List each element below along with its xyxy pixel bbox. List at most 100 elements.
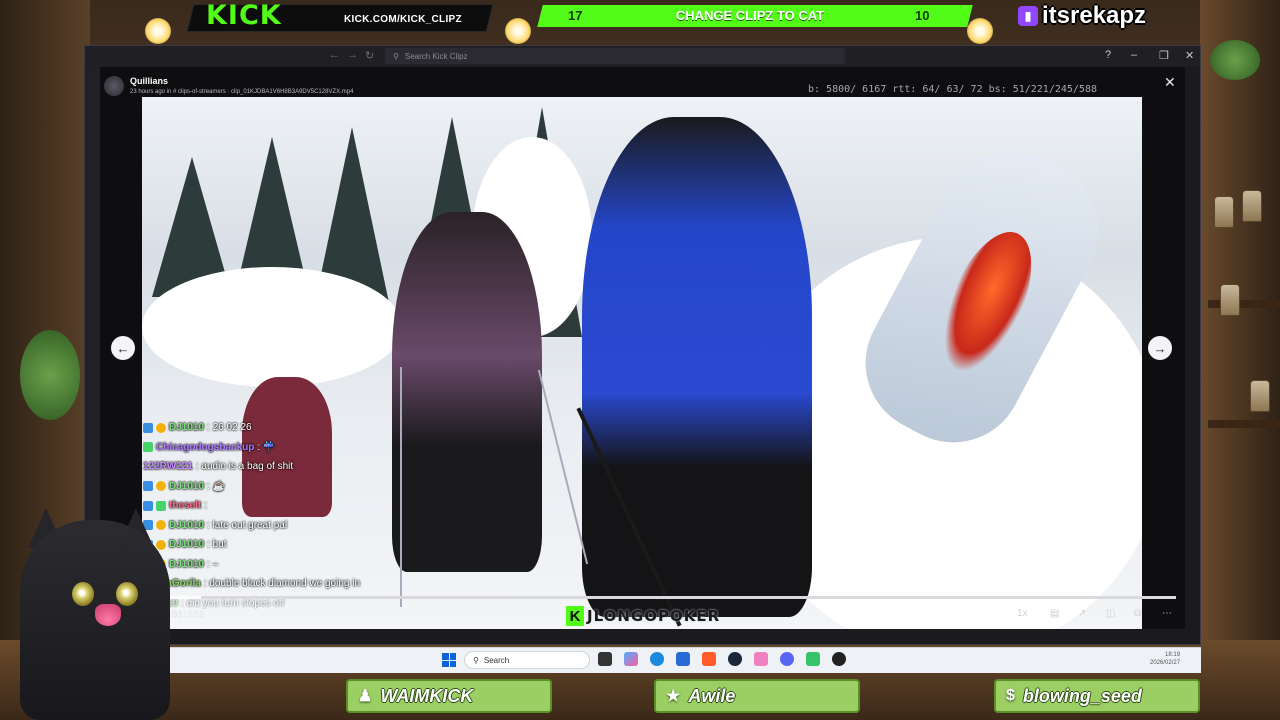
speed-button[interactable]: 1x bbox=[1017, 608, 1028, 619]
chat-message: Chicagodogsbackup : ☔ bbox=[143, 438, 443, 458]
chat-message: DJ1010 : but bbox=[143, 535, 443, 555]
copilot-icon[interactable] bbox=[624, 652, 638, 666]
kick-url: KICK.COM/KICK_CLIPZ bbox=[344, 14, 462, 25]
gold-badge-icon bbox=[156, 481, 166, 492]
light-bulb bbox=[145, 18, 171, 44]
windows-start-icon[interactable] bbox=[442, 653, 456, 667]
task-view-icon[interactable] bbox=[598, 652, 612, 666]
slack-icon[interactable] bbox=[806, 652, 820, 666]
theater-mode-icon[interactable]: ◫ bbox=[1106, 608, 1115, 619]
close-window-button[interactable]: ✕ bbox=[1185, 49, 1194, 62]
minimize-button[interactable]: – bbox=[1131, 49, 1137, 61]
search-icon: ⚲ bbox=[393, 51, 399, 61]
clip-meta: 23 hours ago in # clips-of-streamers · c… bbox=[130, 89, 354, 95]
plate-label: Awile bbox=[688, 685, 736, 706]
chat-text: : did you turn slopes off bbox=[181, 597, 285, 609]
chat-text: : ☔ bbox=[257, 441, 276, 453]
watermark: K JLONGOPOKER bbox=[566, 606, 720, 626]
clock-date: 2026/02/27 bbox=[1150, 660, 1181, 666]
light-bulb bbox=[967, 18, 993, 44]
plate-label: WAIMKICK bbox=[380, 685, 474, 706]
chat-message: theselt : bbox=[143, 496, 443, 516]
stream-stats: b: 5800/ 6167 rtt: 64/ 63/ 72 bs: 51/221… bbox=[808, 84, 1097, 95]
snowboarder bbox=[582, 117, 812, 617]
taskbar-clock: 18:19 2026/02/27 bbox=[1150, 651, 1180, 667]
chat-text: : but bbox=[207, 539, 227, 551]
poll-left-count: 17 bbox=[568, 8, 583, 23]
person-icon: ♟ bbox=[358, 688, 373, 705]
cat-mouth bbox=[95, 604, 121, 626]
watermark-name: JLONGOPOKER bbox=[587, 607, 721, 625]
green-badge-icon bbox=[143, 442, 153, 453]
search-placeholder: Search Kick Clipz bbox=[404, 51, 468, 61]
cat-eye bbox=[72, 582, 94, 606]
chat-username[interactable]: DJ1010 bbox=[169, 481, 204, 492]
chat-username[interactable]: 122RW221 bbox=[143, 461, 193, 472]
app-icon[interactable] bbox=[754, 652, 768, 666]
chat-text: : bbox=[204, 500, 208, 512]
maximize-button[interactable]: ❐ bbox=[1159, 49, 1169, 62]
chat-message: 122RW221 : audio is a bag of shit bbox=[143, 457, 443, 477]
chat-username[interactable]: DJ1010 bbox=[169, 422, 204, 433]
discord-icon[interactable] bbox=[780, 652, 794, 666]
more-options-icon[interactable]: ⋯ bbox=[1162, 608, 1172, 619]
close-icon[interactable]: ✕ bbox=[1164, 74, 1176, 91]
poll-title: CHANGE CLIPZ TO CAT bbox=[675, 8, 825, 23]
jar bbox=[1242, 190, 1262, 222]
open-external-icon[interactable]: ↗ bbox=[1078, 608, 1086, 619]
jar bbox=[1214, 196, 1234, 228]
dollar-icon: $ bbox=[1006, 687, 1015, 704]
twitch-name: itsrekapz bbox=[1042, 2, 1147, 29]
chat-text: : double black diamond we going in bbox=[203, 578, 361, 590]
twitch-tag: ▮ itsrekapz bbox=[1012, 2, 1152, 30]
help-icon[interactable]: ? bbox=[1105, 49, 1111, 61]
jar bbox=[1220, 284, 1240, 316]
chat-username[interactable]: DJ1010 bbox=[169, 520, 204, 531]
brave-icon[interactable] bbox=[702, 652, 716, 666]
snow-drift bbox=[142, 267, 402, 387]
captions-icon[interactable]: ▤ bbox=[1050, 608, 1059, 619]
previous-arrow-button[interactable]: ← bbox=[111, 336, 135, 360]
avatar[interactable] bbox=[104, 76, 124, 96]
edge-icon[interactable] bbox=[650, 652, 664, 666]
gold-badge-icon bbox=[156, 422, 166, 433]
chat-text: : late out great pal bbox=[207, 519, 288, 531]
taskbar bbox=[84, 647, 1201, 673]
forward-arrow-icon[interactable]: → bbox=[347, 49, 358, 61]
next-arrow-button[interactable]: → bbox=[1148, 336, 1172, 360]
obs-icon[interactable] bbox=[832, 652, 846, 666]
chat-message: DJ1010 : late out great pal bbox=[143, 516, 443, 536]
uploader-name[interactable]: Quillians bbox=[130, 76, 168, 86]
chat-message: DJ1010: 26 02 26 bbox=[143, 418, 443, 438]
chat-text: : audio is a bag of shit bbox=[195, 461, 294, 473]
chat-message: VanilaGorila : double black diamond we g… bbox=[143, 574, 443, 594]
progress-bar[interactable] bbox=[150, 596, 1176, 599]
steam-icon[interactable] bbox=[728, 652, 742, 666]
playback-time: 0:03 / 0:59 bbox=[166, 610, 204, 619]
back-arrow-icon[interactable]: ← bbox=[329, 49, 340, 61]
chat-message: DJ1010 : – bbox=[143, 555, 443, 575]
store-icon[interactable] bbox=[676, 652, 690, 666]
kick-logo: KICK bbox=[206, 0, 282, 31]
plant bbox=[20, 330, 80, 420]
chat-text: : ☕ bbox=[207, 480, 226, 492]
chat-username[interactable]: theselt bbox=[169, 500, 201, 511]
subscriber-plate: ★ Awile bbox=[654, 679, 860, 713]
picture-in-picture-icon[interactable]: ⧉ bbox=[1134, 608, 1141, 619]
taskbar-search[interactable]: ⚲ Search bbox=[464, 651, 590, 669]
chat-username[interactable]: DJ1010 bbox=[169, 539, 204, 550]
chat-username[interactable]: DJ1010 bbox=[169, 559, 204, 570]
chat-username[interactable]: Chicagodogsbackup bbox=[156, 442, 254, 453]
search-input[interactable]: ⚲ Search Kick Clipz bbox=[385, 48, 845, 64]
history-icon[interactable]: ↻ bbox=[365, 49, 374, 62]
blue-badge-icon bbox=[143, 481, 153, 492]
title-bar: ← → ↻ ⚲ Search Kick Clipz ? – ❐ ✕ bbox=[85, 46, 1200, 66]
room-background-right bbox=[1200, 0, 1280, 720]
chat-message: DJ1010 : ☕ bbox=[143, 477, 443, 497]
plant bbox=[1210, 40, 1260, 80]
taskbar-search-label: Search bbox=[483, 655, 510, 665]
cat-eye bbox=[116, 582, 138, 606]
follower-plate: ♟ WAIMKICK bbox=[346, 679, 552, 713]
light-bulb bbox=[505, 18, 531, 44]
kick-k-icon: K bbox=[566, 606, 584, 626]
